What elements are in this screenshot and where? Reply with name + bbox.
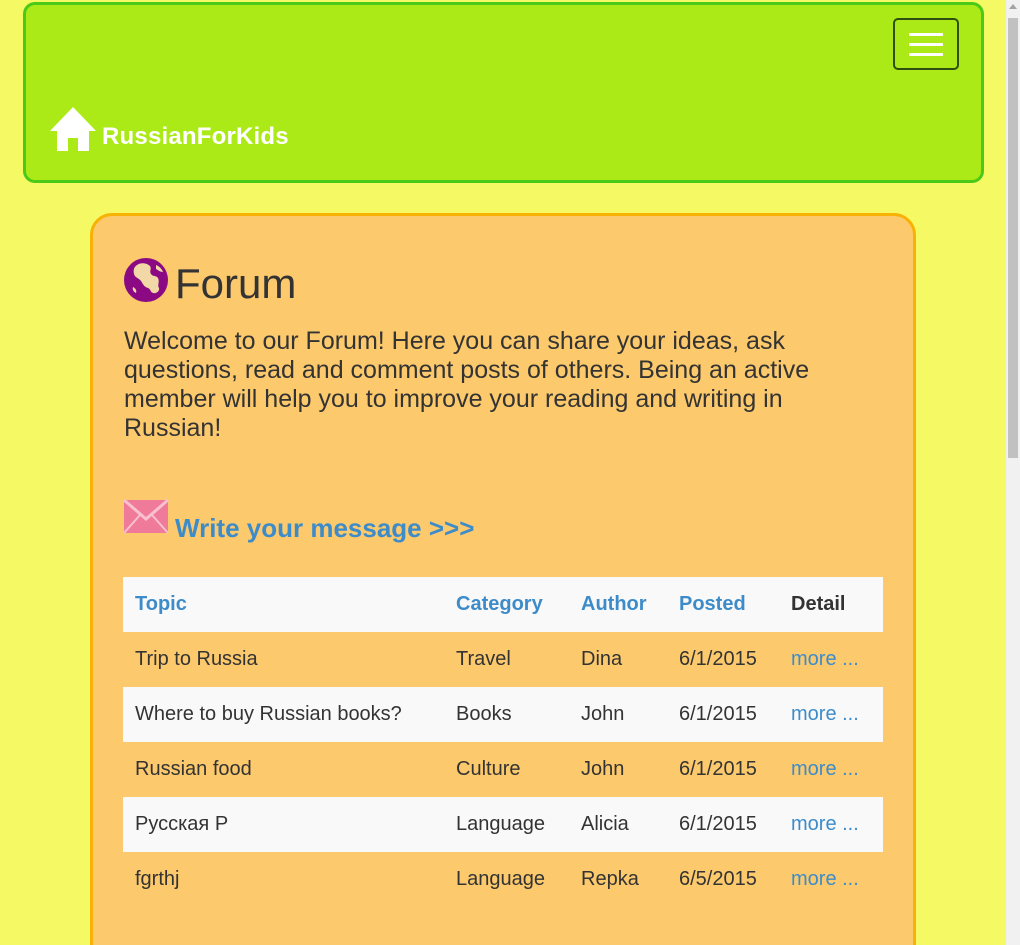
column-header-author[interactable]: Author <box>569 577 667 632</box>
more-link[interactable]: more ... <box>791 703 859 725</box>
posted-cell: 6/1/2015 <box>679 648 757 670</box>
posted-cell: 6/5/2015 <box>679 868 757 890</box>
page-title: Forum <box>175 260 297 307</box>
home-icon <box>50 107 96 151</box>
topic-cell: Trip to Russia <box>135 648 258 670</box>
detail-cell: more ... <box>779 632 883 687</box>
author-cell: John <box>581 703 625 725</box>
author-cell: John <box>581 758 625 780</box>
author-cell: Repka <box>581 868 639 890</box>
brand-label: RussianForKids <box>102 123 289 150</box>
more-link[interactable]: more ... <box>791 813 859 835</box>
vertical-scrollbar[interactable] <box>1006 0 1020 945</box>
scrollbar-thumb[interactable] <box>1008 18 1018 458</box>
topic-cell: Russian food <box>135 758 252 780</box>
scroll-up-arrow-icon[interactable] <box>1009 4 1017 9</box>
globe-icon <box>124 258 168 302</box>
author-cell: Dina <box>581 648 623 670</box>
category-cell: Culture <box>456 758 521 780</box>
posted-cell: 6/1/2015 <box>679 813 757 835</box>
column-header-detail: Detail <box>791 593 846 615</box>
topic-cell: fgrthj <box>135 868 180 890</box>
envelope-icon <box>123 498 169 534</box>
title-row: Forum <box>123 252 296 308</box>
topic-cell: Where to buy Russian books? <box>135 703 402 725</box>
more-link[interactable]: more ... <box>791 868 859 890</box>
table-row: Trip to Russia Travel Dina 6/1/2015 more… <box>123 632 883 687</box>
topic-cell: Русская Р <box>135 813 229 835</box>
detail-cell: more ... <box>779 687 883 742</box>
column-header-topic[interactable]: Topic <box>123 577 444 632</box>
table-row: Where to buy Russian books? Books John 6… <box>123 687 883 742</box>
hamburger-menu-icon-bar <box>909 53 943 56</box>
category-cell: Travel <box>456 648 511 670</box>
category-cell: Books <box>456 703 512 725</box>
table-row: fgrthj Language Repka 6/5/2015 more ... <box>123 852 883 907</box>
detail-cell: more ... <box>779 852 883 907</box>
menu-toggle-button[interactable] <box>893 18 959 70</box>
forum-table: Topic Category Author Posted Detail Trip… <box>123 577 883 907</box>
column-header-category[interactable]: Category <box>444 577 569 632</box>
detail-cell: more ... <box>779 797 883 852</box>
more-link[interactable]: more ... <box>791 758 859 780</box>
write-message-row: Write your message >>> <box>123 496 474 543</box>
author-cell: Alicia <box>581 813 629 835</box>
table-header-row: Topic Category Author Posted Detail <box>123 577 883 632</box>
posted-cell: 6/1/2015 <box>679 758 757 780</box>
brand-link[interactable]: RussianForKids <box>48 105 289 153</box>
hamburger-menu-icon <box>909 33 943 36</box>
hamburger-menu-icon-bar <box>909 43 943 46</box>
category-cell: Language <box>456 868 545 890</box>
posted-cell: 6/1/2015 <box>679 703 757 725</box>
navbar: RussianForKids <box>23 2 984 183</box>
more-link[interactable]: more ... <box>791 648 859 670</box>
column-header-posted[interactable]: Posted <box>667 577 779 632</box>
intro-text: Welcome to our Forum! Here you can share… <box>124 327 810 442</box>
category-cell: Language <box>456 813 545 835</box>
detail-cell: more ... <box>779 742 883 797</box>
forum-panel: Forum Welcome to our Forum! Here you can… <box>90 213 916 945</box>
table-row: Russian food Culture John 6/1/2015 more … <box>123 742 883 797</box>
table-row: Русская Р Language Alicia 6/1/2015 more … <box>123 797 883 852</box>
write-message-link[interactable]: Write your message >>> <box>175 513 474 544</box>
